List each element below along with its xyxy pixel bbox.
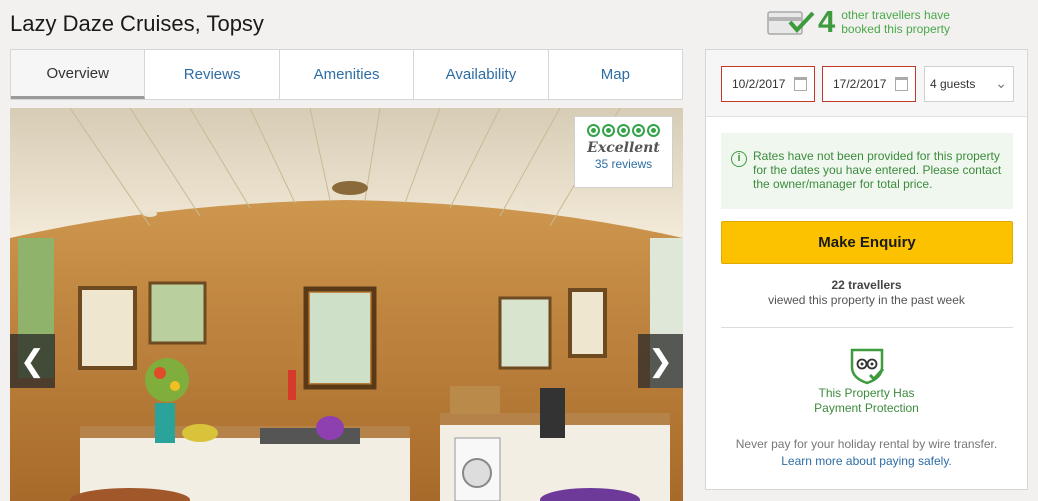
date-selector-bar: 10/2/2017 17/2/2017 4 guests ⌄ xyxy=(706,50,1027,117)
make-enquiry-button[interactable]: Make Enquiry xyxy=(721,221,1013,264)
guests-select[interactable]: 4 guests ⌄ xyxy=(924,66,1014,102)
payment-protection-text: This Property Has Payment Protection xyxy=(814,386,919,415)
booked-indicator: 4 other travellers have booked this prop… xyxy=(766,4,966,39)
chevron-left-icon: ❮ xyxy=(19,344,46,378)
chevron-right-icon: ❯ xyxy=(647,344,674,378)
booked-count: 4 xyxy=(818,4,836,39)
tab-bar: Overview Reviews Amenities Availability … xyxy=(10,49,683,100)
tab-reviews[interactable]: Reviews xyxy=(145,50,280,99)
tab-availability[interactable]: Availability xyxy=(414,50,549,99)
tab-map[interactable]: Map xyxy=(549,50,682,99)
tab-overview[interactable]: Overview xyxy=(11,50,146,99)
checkin-date-field[interactable]: 10/2/2017 xyxy=(721,66,815,102)
viewed-stat: 22 travellers viewed this property in th… xyxy=(768,278,965,307)
rating-word: Excellent xyxy=(587,140,660,156)
pay-safely-link[interactable]: Learn more about paying safely. xyxy=(706,453,1027,470)
gallery-photo[interactable]: Excellent 35 reviews ❮ ❯ xyxy=(10,108,683,501)
tab-amenities[interactable]: Amenities xyxy=(280,50,415,99)
info-icon: i xyxy=(731,151,747,167)
payment-protection-shield-icon xyxy=(848,347,886,385)
divider xyxy=(721,327,1013,328)
previous-photo-button[interactable]: ❮ xyxy=(10,334,55,388)
chevron-down-icon: ⌄ xyxy=(995,75,1007,91)
credit-card-check-icon xyxy=(766,8,816,36)
wire-transfer-warning: Never pay for your holiday rental by wir… xyxy=(706,436,1027,470)
checkout-date-field[interactable]: 17/2/2017 xyxy=(822,66,916,102)
calendar-icon xyxy=(794,77,807,91)
rating-bubbles-icon xyxy=(575,124,672,137)
rating-badge[interactable]: Excellent 35 reviews xyxy=(574,116,673,188)
next-photo-button[interactable]: ❯ xyxy=(638,334,683,388)
booked-text: other travellers have booked this proper… xyxy=(841,8,950,36)
booking-panel: 10/2/2017 17/2/2017 4 guests ⌄ i Rates h… xyxy=(705,49,1028,490)
reviews-link[interactable]: 35 reviews xyxy=(575,157,672,171)
calendar-icon xyxy=(895,77,908,91)
property-title: Lazy Daze Cruises, Topsy xyxy=(10,11,264,36)
rates-notice: i Rates have not been provided for this … xyxy=(721,133,1013,209)
